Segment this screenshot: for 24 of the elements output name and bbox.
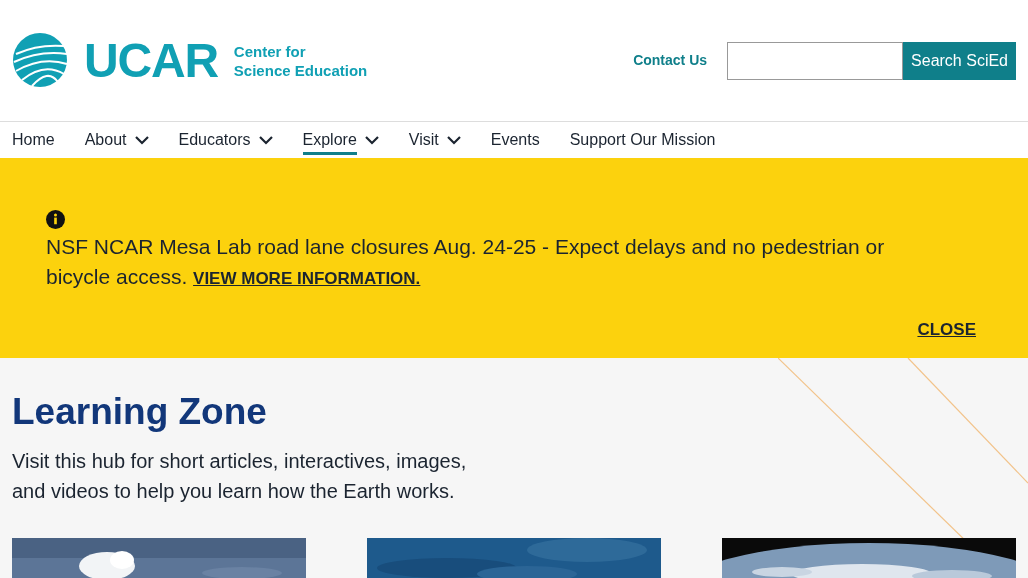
chevron-down-icon[interactable]: [134, 135, 149, 145]
chevron-down-icon[interactable]: [446, 135, 461, 145]
contact-link[interactable]: Contact Us: [633, 50, 708, 71]
nav-link[interactable]: Events: [490, 128, 540, 152]
alert-message: NSF NCAR Mesa Lab road lane closures Aug. 24-25 - Expect delays and no pedestrian or bicycle access. VIEW MORE INFORMATION.: [46, 234, 886, 290]
globe-logo-icon: [12, 31, 68, 88]
more-info-link[interactable]: VIEW MORE INFORMATION.: [193, 269, 421, 288]
close-link[interactable]: CLOSE: [917, 317, 976, 343]
nav-link[interactable]: Support Our Mission: [569, 128, 716, 152]
logo-text: UCAR: [84, 36, 218, 85]
nav-link[interactable]: Educators: [178, 128, 251, 152]
page-description: Visit this hub for short articles, interactives, images, and videos to help you learn how the Earth works.: [12, 449, 468, 504]
nav-link[interactable]: About: [84, 128, 127, 152]
site-subtitle: Science Education: [233, 60, 368, 80]
chevron-down-icon[interactable]: [364, 135, 379, 145]
nav-link[interactable]: Visit: [408, 128, 439, 152]
page-title: Learning Zone: [12, 390, 268, 434]
search-field[interactable]: [727, 41, 904, 80]
nav-link[interactable]: Home: [12, 128, 55, 152]
search-button[interactable]: Search SciEd: [903, 41, 1016, 80]
info-icon: [46, 210, 65, 229]
site-subtitle: Center for: [233, 41, 307, 61]
nav-link[interactable]: Explore: [302, 125, 357, 155]
chevron-down-icon[interactable]: [258, 135, 273, 145]
